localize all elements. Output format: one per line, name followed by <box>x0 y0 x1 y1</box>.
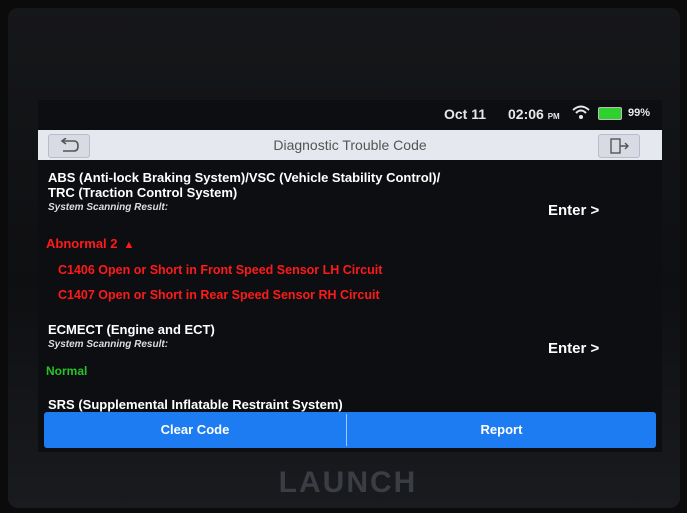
dtc-item: C1406 Open or Short in Front Speed Senso… <box>58 263 383 277</box>
enter-button-ecm[interactable]: Enter > <box>548 340 599 357</box>
status-ampm: PM <box>547 112 560 121</box>
action-bar: Clear Code Report <box>44 412 656 448</box>
device-screen: Oct 11 02:06 PM 99% Diagnostic Trouble C… <box>38 100 662 452</box>
enter-button-abs[interactable]: Enter > <box>548 202 599 219</box>
exit-button[interactable] <box>598 134 640 158</box>
page-title: Diagnostic Trouble Code <box>273 137 427 153</box>
battery-icon <box>598 107 622 120</box>
scan-result-label: System Scanning Result: <box>48 202 169 213</box>
system-name-abs: ABS (Anti-lock Braking System)/VSC (Vehi… <box>48 170 441 185</box>
system-name-abs-line2: TRC (Traction Control System) <box>48 185 238 200</box>
report-button[interactable]: Report <box>347 412 656 448</box>
status-bar: Oct 11 02:06 PM 99% <box>38 100 662 128</box>
result-abnormal: Abnormal 2 ▲ <box>46 236 134 251</box>
triangle-up-icon[interactable]: ▲ <box>124 239 135 251</box>
title-bar: Diagnostic Trouble Code <box>38 130 662 160</box>
system-name-ecm: ECMECT (Engine and ECT) <box>48 322 215 337</box>
clear-code-button[interactable]: Clear Code <box>44 412 346 448</box>
result-text: Abnormal 2 <box>46 236 118 251</box>
status-date: Oct 11 <box>444 106 487 122</box>
result-normal: Normal <box>46 364 88 378</box>
system-list: ABS (Anti-lock Braking System)/VSC (Vehi… <box>38 162 662 412</box>
status-time: 02:06 PM <box>508 106 560 122</box>
wifi-icon <box>572 104 590 123</box>
dtc-item: C1407 Open or Short in Rear Speed Sensor… <box>58 288 380 302</box>
launch-logo: LAUNCH <box>278 466 418 499</box>
scan-result-label: System Scanning Result: <box>48 339 169 350</box>
system-name-srs: SRS (Supplemental Inflatable Restraint S… <box>48 397 343 412</box>
battery-percent: 99% <box>628 107 651 119</box>
